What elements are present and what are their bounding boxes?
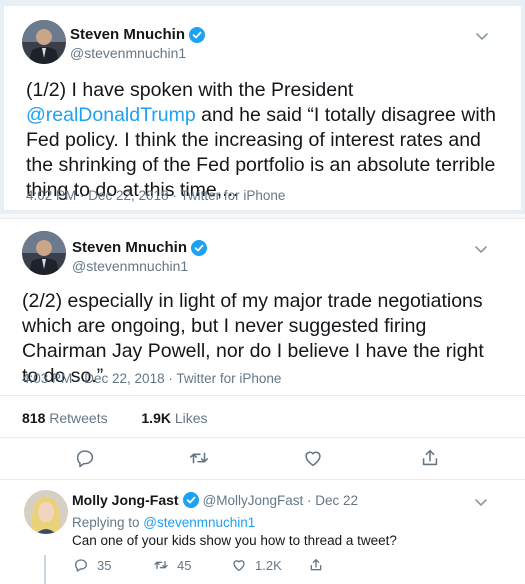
likes-count[interactable]: 1.9K (141, 410, 171, 426)
verified-badge-icon (191, 239, 208, 256)
reply-handle-date[interactable]: @MollyJongFast · Dec 22 (203, 493, 359, 508)
tweet-timestamp[interactable]: 4:02 PM · Dec 22, 2018 · Twitter for iPh… (26, 188, 285, 203)
reply-reply-button[interactable]: 35 (73, 557, 111, 573)
replying-to: Replying to @stevenmnuchin1 (72, 515, 255, 530)
reply-icon (75, 559, 87, 572)
reply-share-button[interactable] (308, 557, 332, 573)
reply-text: Can one of your kids show you how to thr… (72, 533, 397, 548)
retweet-count: 45 (177, 557, 192, 573)
tweet-card-1[interactable]: Steven Mnuchin @stevenmnuchin1 (1/2) I h… (0, 0, 525, 214)
divider (0, 479, 525, 480)
engagement-stats: 818 Retweets 1.9K Likes (22, 410, 208, 426)
reply-author-name[interactable]: Molly Jong-Fast (72, 492, 179, 508)
retweets-count[interactable]: 818 (22, 410, 45, 426)
chevron-down-icon[interactable] (473, 241, 489, 257)
author-handle[interactable]: @stevenmnuchin1 (70, 45, 186, 61)
like-icon[interactable] (302, 447, 324, 469)
mention-link[interactable]: @realDonaldTrump (26, 104, 196, 126)
reply-count: 35 (97, 557, 112, 573)
like-icon (233, 560, 245, 571)
chevron-down-icon[interactable] (474, 28, 490, 44)
chevron-down-icon[interactable] (473, 494, 489, 510)
divider (0, 395, 525, 396)
retweet-icon[interactable] (188, 447, 210, 469)
tweet-timestamp[interactable]: 4:03 PM · Dec 22, 2018 · Twitter for iPh… (22, 371, 281, 386)
verified-badge-icon (182, 492, 199, 508)
retweet-icon (154, 561, 168, 569)
retweets-label[interactable]: Retweets (49, 410, 107, 426)
author-name[interactable]: Steven Mnuchin (72, 239, 187, 256)
share-icon[interactable] (419, 447, 441, 469)
reply-icon[interactable] (74, 447, 96, 469)
share-icon (310, 559, 322, 571)
reply-avatar[interactable] (24, 490, 68, 534)
like-count: 1.2K (255, 557, 282, 573)
avatar[interactable] (22, 20, 66, 64)
reply-retweet-button[interactable]: 45 (153, 557, 191, 573)
replying-to-prefix: Replying to (72, 515, 144, 530)
tweet-text-start: (1/2) I have spoken with the President (26, 79, 354, 101)
verified-badge-icon (189, 26, 206, 43)
author-handle[interactable]: @stevenmnuchin1 (72, 258, 188, 274)
tweet-card-2[interactable]: Steven Mnuchin @stevenmnuchin1 (2/2) esp… (0, 218, 525, 584)
thread-line (44, 555, 46, 584)
author-name[interactable]: Steven Mnuchin (70, 26, 185, 43)
reply-like-button[interactable]: 1.2K (231, 557, 282, 573)
replying-to-handle[interactable]: @stevenmnuchin1 (143, 515, 255, 530)
divider (0, 437, 525, 438)
tweet-text: (1/2) I have spoken with the President @… (26, 78, 504, 203)
avatar[interactable] (22, 231, 66, 275)
likes-label[interactable]: Likes (175, 410, 208, 426)
